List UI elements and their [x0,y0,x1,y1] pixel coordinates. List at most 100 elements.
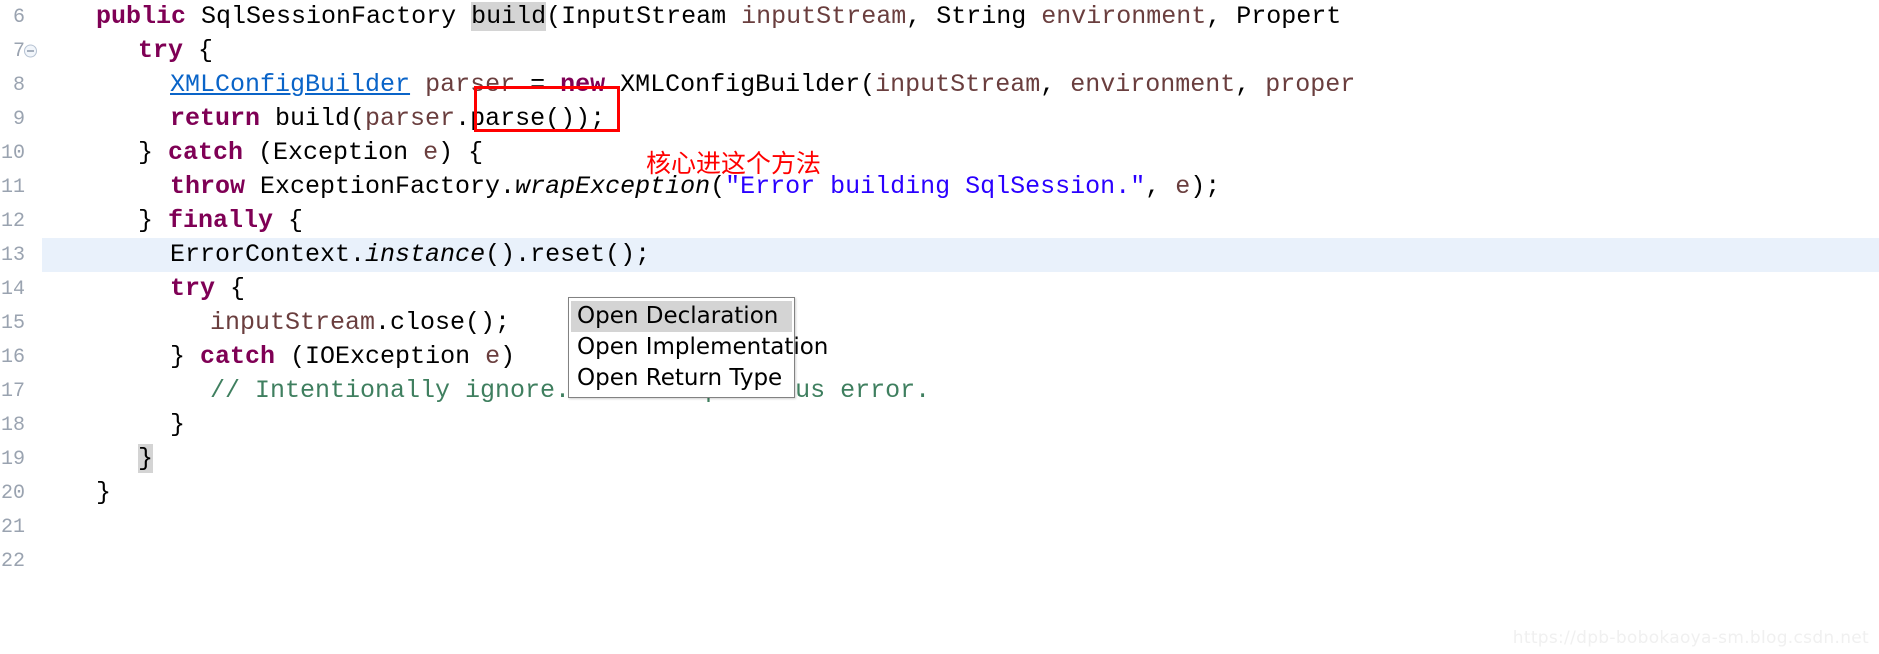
gutter-row[interactable]: 11 [0,170,42,204]
code-token: new [560,70,606,99]
context-menu-item-open-declaration[interactable]: Open Declaration [571,301,792,332]
code-token: ().reset(); [485,240,651,269]
gutter-row[interactable]: 20 [0,476,42,510]
gutter-row[interactable]: 19 [0,442,42,476]
code-line-13[interactable]: ErrorContext.instance().reset(); [42,238,650,272]
code-token: { [273,206,304,235]
code-token: return [170,104,261,133]
code-token: ); [1190,172,1221,201]
code-token: parser [365,104,456,133]
line-number: 20 [0,481,25,505]
code-token: , [1206,2,1237,31]
code-line-10[interactable]: } catch (Exception e) { [42,136,483,170]
gutter-row[interactable]: 9 [0,102,42,136]
code-token: String [936,2,1027,31]
line-number: 12 [0,209,25,233]
line-number: 17 [0,379,25,403]
code-line-8[interactable]: XMLConfigBuilder parser = new XMLConfigB… [42,68,1355,102]
code-token: build( [260,104,366,133]
gutter-row[interactable]: 22 [0,544,42,578]
code-token: ) { [438,138,484,167]
java-code-editor[interactable]: public SqlSessionFactory build(InputStre… [0,0,1879,654]
gutter-row[interactable]: 12 [0,204,42,238]
code-line-14[interactable]: try { [42,272,245,306]
line-number: 6 [12,5,25,29]
gutter-row[interactable]: 16 [0,340,42,374]
code-token: ( [275,342,306,371]
line-number-gutter[interactable]: 6 7 8 9 10 11 12 13 14 15 16 17 18 19 20 21 22 [0,0,42,654]
gutter-row[interactable]: 15 [0,306,42,340]
code-token: e [423,138,439,167]
gutter-row[interactable]: 21 [0,510,42,544]
code-line-20[interactable]: } [42,476,111,510]
line-number: 9 [12,107,25,131]
code-token: e [485,342,501,371]
gutter-row[interactable]: 10 [0,136,42,170]
line-number: 21 [0,515,25,539]
line-number: 15 [0,311,25,335]
code-line-7[interactable]: try { [42,34,213,68]
code-token: } [170,410,186,439]
code-text-area[interactable]: public SqlSessionFactory build(InputStre… [42,0,1879,654]
code-token: .parse()); [455,104,606,133]
red-annotation-note: 核心进这个方法 [646,149,822,178]
gutter-row[interactable]: 14 [0,272,42,306]
code-token: environment [1041,2,1207,31]
code-token: } [96,478,112,507]
gutter-row[interactable]: 17 [0,374,42,408]
code-token: throw [170,172,246,201]
code-line-11[interactable]: throw ExceptionFactory.wrapException("Er… [42,170,1220,204]
code-token: { [183,36,214,65]
code-token: .close(); [375,308,511,337]
line-number: 10 [0,141,25,165]
code-line-12[interactable]: } finally { [42,204,303,238]
code-line-6[interactable]: public SqlSessionFactory build(InputStre… [42,0,1341,34]
gutter-row[interactable]: 7 [0,34,42,68]
code-token: IOException [305,342,471,371]
code-token: environment [1070,70,1236,99]
code-token: } [138,444,154,473]
context-menu-item-open-implementation[interactable]: Open Implementation [571,332,828,363]
code-token: , [1040,70,1071,99]
code-line-9[interactable]: return build(parser.parse()); [42,102,605,136]
line-number: 13 [0,243,25,267]
code-token: XMLConfigBuilder( [620,70,876,99]
code-token: ) [500,342,516,371]
code-token: inputStream [741,2,907,31]
code-token: { [215,274,246,303]
code-line-16[interactable]: } catch (IOException e) [42,340,515,374]
code-token: Propert [1236,2,1342,31]
fold-collapse-icon[interactable] [24,44,37,58]
code-token: ErrorContext. [170,240,366,269]
gutter-row[interactable]: 13 [0,238,42,272]
line-number: 14 [0,277,25,301]
line-number: 19 [0,447,25,471]
code-token: catch [200,342,276,371]
code-token: parser [425,70,516,99]
line-number: 8 [12,73,25,97]
code-token: , [1145,172,1176,201]
code-line-19[interactable]: } [42,442,154,476]
code-token: InputStream [561,2,727,31]
gutter-row[interactable]: 6 [0,0,42,34]
gutter-row[interactable]: 18 [0,408,42,442]
code-line-18[interactable]: } [42,408,185,442]
context-menu[interactable]: Open Declaration Open Implementation Open … [568,297,828,398]
code-token: proper [1265,70,1356,99]
context-menu-item-open-return-type[interactable]: Open Return Type [571,363,792,394]
code-line-17[interactable]: // Intentionally ignore. Prefer previous… [42,374,930,408]
line-number: 18 [0,413,25,437]
code-token: finally [168,206,274,235]
code-token: ( [243,138,274,167]
gutter-row[interactable]: 8 [0,68,42,102]
code-token: } [138,206,169,235]
code-token: try [138,36,184,65]
code-line-15[interactable]: inputStream.close(); [42,306,510,340]
